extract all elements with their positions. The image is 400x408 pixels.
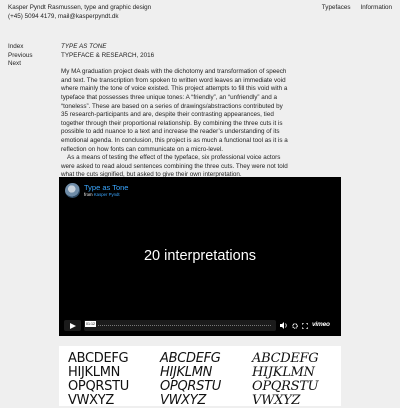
site-header: Kasper Pyndt Rasmussen, type and graphic…: [8, 4, 268, 21]
video-controls: vimeo: [280, 320, 330, 331]
designer-name: Kasper Pyndt Rasmussen, type and graphic…: [8, 4, 152, 11]
specimen-line: HIJKLMN: [160, 365, 213, 380]
specimen-line: OPQRSTU: [68, 379, 129, 394]
specimen-line: HIJKLMN: [252, 365, 315, 380]
index-link[interactable]: Index: [8, 43, 33, 52]
author-avatar[interactable]: [65, 183, 80, 198]
volume-icon[interactable]: [280, 322, 288, 329]
specimen-line: VWXYZ: [160, 393, 206, 408]
specimen-line: VWXYZ: [252, 393, 301, 408]
byline-author[interactable]: Kasper Pyndt: [94, 192, 120, 197]
previous-link[interactable]: Previous: [8, 52, 33, 61]
specimen-line: VWXYZ: [68, 393, 114, 408]
typeface-specimen: ABCDEFG HIJKLMN OPQRSTU VWXYZ ABCDEFG HI…: [59, 346, 341, 408]
project-description: TYPE AS TONE TYPEFACE & RESEARCH, 2016 M…: [61, 43, 290, 180]
specimen-line: HIJKLMN: [68, 365, 121, 380]
project-nav: Index Previous Next: [8, 43, 33, 69]
project-subtitle: TYPEFACE & RESEARCH, 2016: [61, 51, 155, 59]
specimen-line: ABCDEFG: [252, 351, 319, 366]
project-title: TYPE AS TONE: [61, 43, 107, 50]
settings-icon[interactable]: [292, 322, 298, 329]
top-nav: Typefaces Information: [322, 4, 392, 13]
fullscreen-icon[interactable]: [302, 322, 308, 329]
contact-info: (+45) 5094 4179, mail@kasperpyndt.dk: [8, 12, 119, 20]
specimen-line: OPQRSTU: [160, 379, 221, 394]
play-button[interactable]: [64, 320, 81, 331]
specimen-line: ABCDEFG: [68, 351, 129, 366]
video-player[interactable]: Type as Tone from Kasper Pyndt 20 interp…: [59, 177, 341, 336]
video-progress-bar[interactable]: 01:12: [84, 320, 276, 331]
video-time: 01:12: [85, 321, 96, 327]
video-title[interactable]: Type as Tone: [84, 183, 128, 192]
next-link[interactable]: Next: [8, 60, 33, 69]
progress-track[interactable]: [98, 325, 272, 326]
project-paragraph-1: My MA graduation project deals with the …: [61, 68, 288, 153]
nav-typefaces[interactable]: Typefaces: [322, 4, 351, 13]
nav-information[interactable]: Information: [361, 4, 393, 13]
video-frame-text: 20 interpretations: [143, 248, 257, 264]
byline-prefix: from: [84, 192, 93, 197]
vimeo-logo[interactable]: vimeo: [312, 321, 330, 330]
specimen-line: ABCDEFG: [160, 351, 221, 366]
video-byline: from Kasper Pyndt: [84, 192, 120, 198]
specimen-line: OPQRSTU: [252, 379, 319, 394]
